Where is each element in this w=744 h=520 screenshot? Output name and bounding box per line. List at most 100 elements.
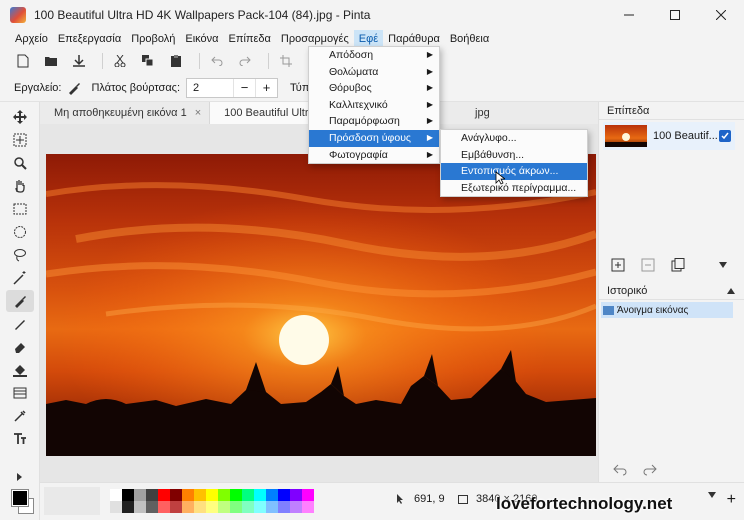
- brush-width-value[interactable]: 2: [187, 82, 233, 94]
- palette-swatch[interactable]: [158, 501, 170, 513]
- lasso-select-tool[interactable]: [6, 244, 34, 266]
- palette-swatch[interactable]: [170, 501, 182, 513]
- minimize-button[interactable]: [606, 0, 652, 30]
- ellipse-select-tool[interactable]: [6, 221, 34, 243]
- tab-close-icon[interactable]: ×: [195, 107, 201, 119]
- palette-swatch[interactable]: [302, 501, 314, 513]
- history-item[interactable]: Άνοιγμα εικόνας: [601, 302, 733, 318]
- palette-swatch[interactable]: [170, 489, 182, 501]
- palette-swatch[interactable]: [194, 501, 206, 513]
- menu-item-outline[interactable]: Εξωτερικό περίγραμμα...: [441, 180, 587, 197]
- color-swatches[interactable]: [10, 488, 40, 516]
- menu-item-distort[interactable]: Παραμόρφωση ▶: [309, 113, 439, 130]
- palette-swatch[interactable]: [218, 489, 230, 501]
- undo-button[interactable]: [206, 50, 228, 72]
- new-file-button[interactable]: [12, 50, 34, 72]
- palette-swatch[interactable]: [158, 489, 170, 501]
- redo-button[interactable]: [234, 50, 256, 72]
- palette-swatch[interactable]: [122, 489, 134, 501]
- palette-swatch[interactable]: [110, 489, 122, 501]
- palette-swatch[interactable]: [266, 489, 278, 501]
- zoom-in-button[interactable]: +: [727, 491, 736, 509]
- menu-image[interactable]: Εικόνα: [180, 30, 223, 48]
- zoom-dropdown[interactable]: [708, 489, 716, 501]
- palette-swatch[interactable]: [290, 489, 302, 501]
- layer-visibility-checkbox[interactable]: [719, 130, 731, 142]
- crop-button[interactable]: [275, 50, 297, 72]
- save-file-button[interactable]: [68, 50, 90, 72]
- palette-swatch[interactable]: [254, 489, 266, 501]
- palette-swatch[interactable]: [134, 501, 146, 513]
- open-file-button[interactable]: [40, 50, 62, 72]
- tab-unsaved-image[interactable]: Μη αποθηκευμένη εικόνα 1 ×: [40, 102, 211, 124]
- palette-swatch[interactable]: [254, 501, 266, 513]
- palette-swatch[interactable]: [278, 489, 290, 501]
- paint-bucket-tool[interactable]: [6, 359, 34, 381]
- cut-button[interactable]: [109, 50, 131, 72]
- move-selection-tool[interactable]: [6, 129, 34, 151]
- magic-wand-tool[interactable]: [6, 267, 34, 289]
- text-tool[interactable]: [6, 428, 34, 450]
- menu-item-stylize[interactable]: Πρόσδοση ύφους ▶: [309, 129, 439, 147]
- palette-swatch[interactable]: [230, 501, 242, 513]
- primary-color[interactable]: [11, 489, 29, 507]
- palette-swatch[interactable]: [146, 501, 158, 513]
- paste-button[interactable]: [165, 50, 187, 72]
- paintbrush-icon[interactable]: [67, 81, 81, 95]
- undo-icon[interactable]: [613, 464, 627, 476]
- delete-layer-icon[interactable]: [641, 258, 655, 272]
- move-selected-tool[interactable]: [6, 106, 34, 128]
- color-palette[interactable]: [110, 489, 314, 513]
- chevron-up-icon[interactable]: [727, 288, 735, 294]
- add-layer-icon[interactable]: [611, 258, 625, 272]
- recent-colors[interactable]: [44, 487, 100, 515]
- pan-tool[interactable]: [6, 175, 34, 197]
- eraser-tool[interactable]: [6, 336, 34, 358]
- menu-item-relief[interactable]: Εμβάθυνση...: [441, 147, 587, 164]
- palette-swatch[interactable]: [302, 489, 314, 501]
- sunset-photo[interactable]: [46, 154, 596, 456]
- palette-swatch[interactable]: [242, 489, 254, 501]
- palette-swatch[interactable]: [182, 489, 194, 501]
- palette-swatch[interactable]: [110, 501, 122, 513]
- pencil-tool[interactable]: [6, 313, 34, 335]
- palette-swatch[interactable]: [266, 501, 278, 513]
- brush-width-stepper[interactable]: 2 − +: [186, 77, 279, 98]
- increment-button[interactable]: +: [255, 78, 277, 97]
- paintbrush-tool[interactable]: [6, 290, 34, 312]
- palette-swatch[interactable]: [206, 501, 218, 513]
- menu-edit[interactable]: Επεξεργασία: [53, 30, 126, 48]
- palette-swatch[interactable]: [182, 501, 194, 513]
- menu-item-edge-detect[interactable]: Εντοπισμός άκρων...: [441, 163, 587, 180]
- menu-item-artistic[interactable]: Καλλιτεχνικό ▶: [309, 97, 439, 114]
- palette-swatch[interactable]: [146, 489, 158, 501]
- chevron-down-icon[interactable]: [719, 262, 727, 268]
- duplicate-layer-icon[interactable]: [671, 258, 685, 272]
- menu-help[interactable]: Βοήθεια: [445, 30, 494, 48]
- palette-swatch[interactable]: [194, 489, 206, 501]
- maximize-button[interactable]: [652, 0, 698, 30]
- palette-swatch[interactable]: [290, 501, 302, 513]
- color-picker-tool[interactable]: [6, 405, 34, 427]
- palette-swatch[interactable]: [242, 501, 254, 513]
- palette-swatch[interactable]: [206, 489, 218, 501]
- menu-item-render[interactable]: Απόδοση ▶: [309, 47, 439, 64]
- gradient-tool[interactable]: [6, 382, 34, 404]
- copy-button[interactable]: [137, 50, 159, 72]
- zoom-tool[interactable]: [6, 152, 34, 174]
- menu-layers[interactable]: Επίπεδα: [224, 30, 276, 48]
- palette-swatch[interactable]: [134, 489, 146, 501]
- palette-swatch[interactable]: [122, 501, 134, 513]
- palette-swatch[interactable]: [218, 501, 230, 513]
- redo-icon[interactable]: [643, 464, 657, 476]
- menu-file[interactable]: Αρχείο: [10, 30, 53, 48]
- menu-item-photo[interactable]: Φωτογραφία ▶: [309, 147, 439, 164]
- menu-view[interactable]: Προβολή: [126, 30, 180, 48]
- more-tools-button[interactable]: [6, 466, 34, 488]
- menu-item-noise[interactable]: Θόρυβος ▶: [309, 80, 439, 97]
- decrement-button[interactable]: −: [233, 78, 255, 97]
- close-window-button[interactable]: [698, 0, 744, 30]
- layer-row[interactable]: 100 Beautif...: [603, 122, 735, 150]
- palette-swatch[interactable]: [230, 489, 242, 501]
- rectangle-select-tool[interactable]: [6, 198, 34, 220]
